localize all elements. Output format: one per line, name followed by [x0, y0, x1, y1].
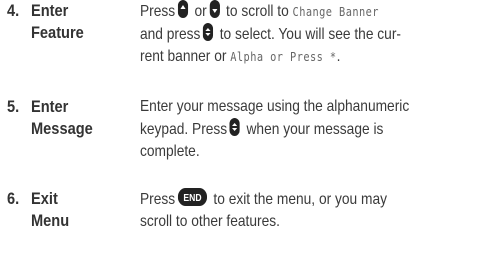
step-instructions: Press END to exit the menu, or you may sc… [140, 188, 480, 233]
step-title-line: Enter [31, 1, 69, 20]
instruction-line: Enter your message using the alphanumeri… [140, 98, 410, 115]
instruction-text: or [190, 3, 207, 20]
instruction-text: keypad. Press [140, 121, 228, 138]
instruction-line: Press END to exit the menu, or you may [140, 188, 480, 211]
instruction-line: keypad. Press when your message is [140, 118, 480, 141]
step-instructions: Press or to scroll to Change Banner and … [140, 0, 480, 68]
select-key-icon [229, 118, 241, 136]
scroll-up-key-icon [177, 0, 189, 18]
instruction-text: . [336, 48, 341, 65]
instruction-line: scroll to other features. [140, 213, 280, 230]
step-title-line: Message [31, 119, 93, 138]
step-title: Exit Menu [31, 188, 117, 232]
instruction-text: to exit the menu, or you may [209, 191, 388, 208]
step-title-line: Feature [31, 23, 84, 42]
step-title-line: Enter [31, 97, 69, 116]
step-title: Enter Feature [31, 0, 117, 44]
instruction-line: and press to select. You will see the cu… [140, 23, 480, 46]
end-key-label: END [183, 192, 201, 203]
step-number: 4. [7, 1, 20, 20]
instruction-text: Press [140, 191, 176, 208]
step-instructions: Enter your message using the alphanumeri… [140, 96, 480, 163]
display-banner-text: Alpha or Press * [230, 50, 337, 64]
step-title: Enter Message [31, 96, 117, 140]
instruction-text: to scroll to [222, 3, 289, 20]
step-number: 5. [7, 97, 20, 116]
instruction-text: rent banner or [140, 48, 227, 65]
instruction-line: Press or to scroll to Change Banner [140, 0, 480, 23]
instruction-text: and press [140, 26, 201, 43]
instruction-line: rent banner or Alpha or Press *. [140, 46, 480, 68]
step-number: 6. [7, 189, 20, 208]
scroll-down-key-icon [209, 0, 220, 18]
select-key-icon [203, 23, 214, 41]
display-menu-item: Change Banner [292, 5, 379, 19]
instruction-line: complete. [140, 143, 200, 160]
instruction-text: to select. You will see the cur- [215, 26, 402, 43]
step-title-line: Menu [31, 211, 70, 230]
end-key-icon: END [177, 188, 207, 206]
step-title-line: Exit [31, 189, 58, 208]
instruction-text: Press [140, 3, 176, 20]
instruction-text: when your message is [242, 121, 384, 138]
